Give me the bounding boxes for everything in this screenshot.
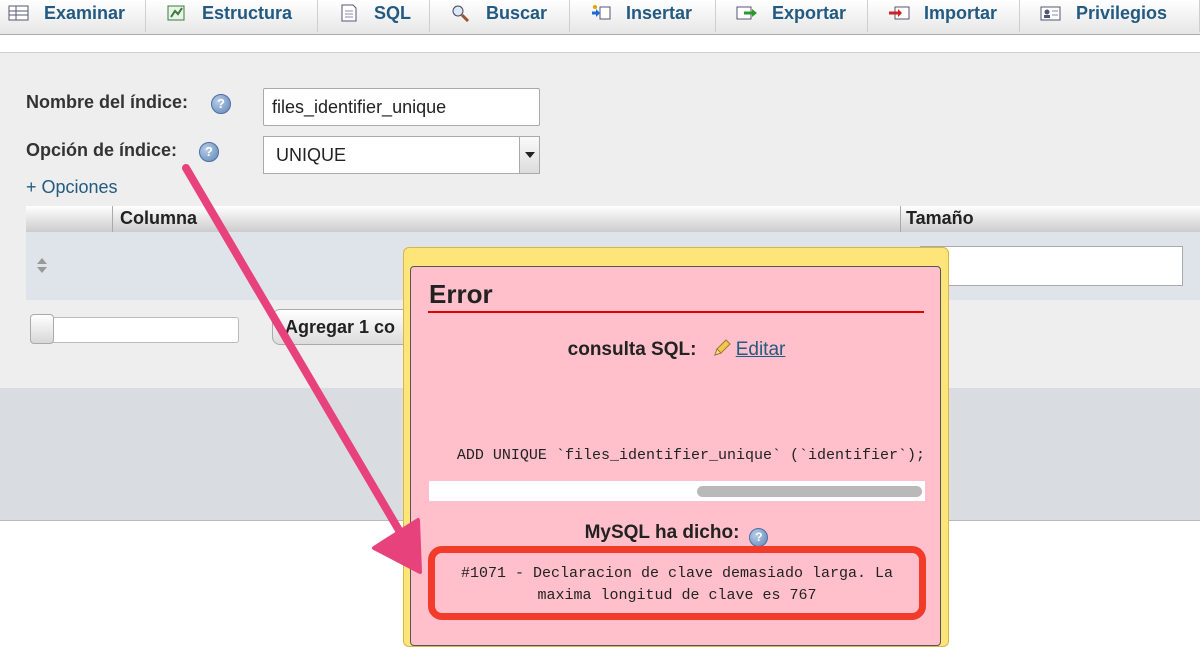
tab-label: Insertar <box>626 2 693 23</box>
tab-importar[interactable]: Importar <box>868 0 1020 32</box>
chevron-down-icon <box>519 137 539 173</box>
sql-icon <box>338 4 360 22</box>
tab-label: Estructura <box>202 2 293 23</box>
more-options-link[interactable]: + Opciones <box>26 177 118 198</box>
header-divider <box>112 206 113 232</box>
columns-table-header: Columna Tamaño <box>26 206 1200 232</box>
title-divider <box>428 311 924 313</box>
tab-sql[interactable]: SQL <box>318 0 430 32</box>
tab-estructura[interactable]: Estructura <box>146 0 318 32</box>
import-icon <box>888 4 910 22</box>
index-name-input[interactable]: files_identifier_unique <box>263 88 540 126</box>
edit-link[interactable]: Editar <box>736 339 786 360</box>
sql-query-code: ADD UNIQUE `files_identifier_unique` (`i… <box>429 447 925 467</box>
horizontal-scrollbar[interactable] <box>429 481 925 501</box>
index-name-label: Nombre del índice: <box>26 92 189 112</box>
index-option-select[interactable]: UNIQUE <box>263 136 540 174</box>
size-input[interactable] <box>920 246 1183 286</box>
column-count-slider[interactable] <box>30 314 239 344</box>
sql-query-label: consulta SQL: <box>567 339 697 360</box>
tab-label: Examinar <box>44 2 126 23</box>
tab-insertar[interactable]: Insertar <box>570 0 716 32</box>
tab-label: Exportar <box>772 2 847 23</box>
insert-icon <box>590 4 612 22</box>
export-icon <box>736 4 758 22</box>
tab-label: Importar <box>924 2 998 23</box>
mysql-said-label: MySQL ha dicho: <box>584 522 740 543</box>
scrollbar-thumb[interactable] <box>697 486 922 497</box>
header-divider <box>900 206 901 232</box>
mysql-said-heading: MySQL ha dicho:? <box>411 522 940 547</box>
help-icon[interactable]: ? <box>211 94 231 114</box>
tab-buscar[interactable]: Buscar <box>430 0 570 32</box>
pencil-icon[interactable] <box>712 338 732 358</box>
column-header: Columna <box>120 208 198 228</box>
help-icon[interactable]: ? <box>749 528 769 547</box>
tab-privilegios[interactable]: Privilegios <box>1020 0 1200 32</box>
browse-icon <box>8 4 30 22</box>
tab-label: Buscar <box>486 2 548 23</box>
error-title: Error <box>429 279 493 309</box>
tab-exportar[interactable]: Exportar <box>716 0 868 32</box>
help-icon[interactable]: ? <box>199 142 219 162</box>
tab-examinar[interactable]: Examinar <box>0 0 146 32</box>
size-header: Tamaño <box>906 208 974 228</box>
search-icon <box>450 4 472 23</box>
error-highlight-box <box>428 546 926 620</box>
drag-handle-icon[interactable] <box>36 258 48 274</box>
sql-query-text: ADD UNIQUE `files_identifier_unique` (`i… <box>456 447 925 464</box>
structure-icon <box>166 4 188 22</box>
top-tab-bar: Examinar Estructura SQL Buscar Insertar … <box>0 0 1200 35</box>
tab-label: Privilegios <box>1076 2 1168 23</box>
slider-handle[interactable] <box>30 314 54 344</box>
index-option-value: UNIQUE <box>276 145 347 165</box>
privileges-icon <box>1040 4 1062 22</box>
tab-label: SQL <box>374 2 412 23</box>
index-option-label: Opción de índice: <box>26 140 178 160</box>
sql-query-heading: consulta SQL: Editar <box>411 335 940 361</box>
